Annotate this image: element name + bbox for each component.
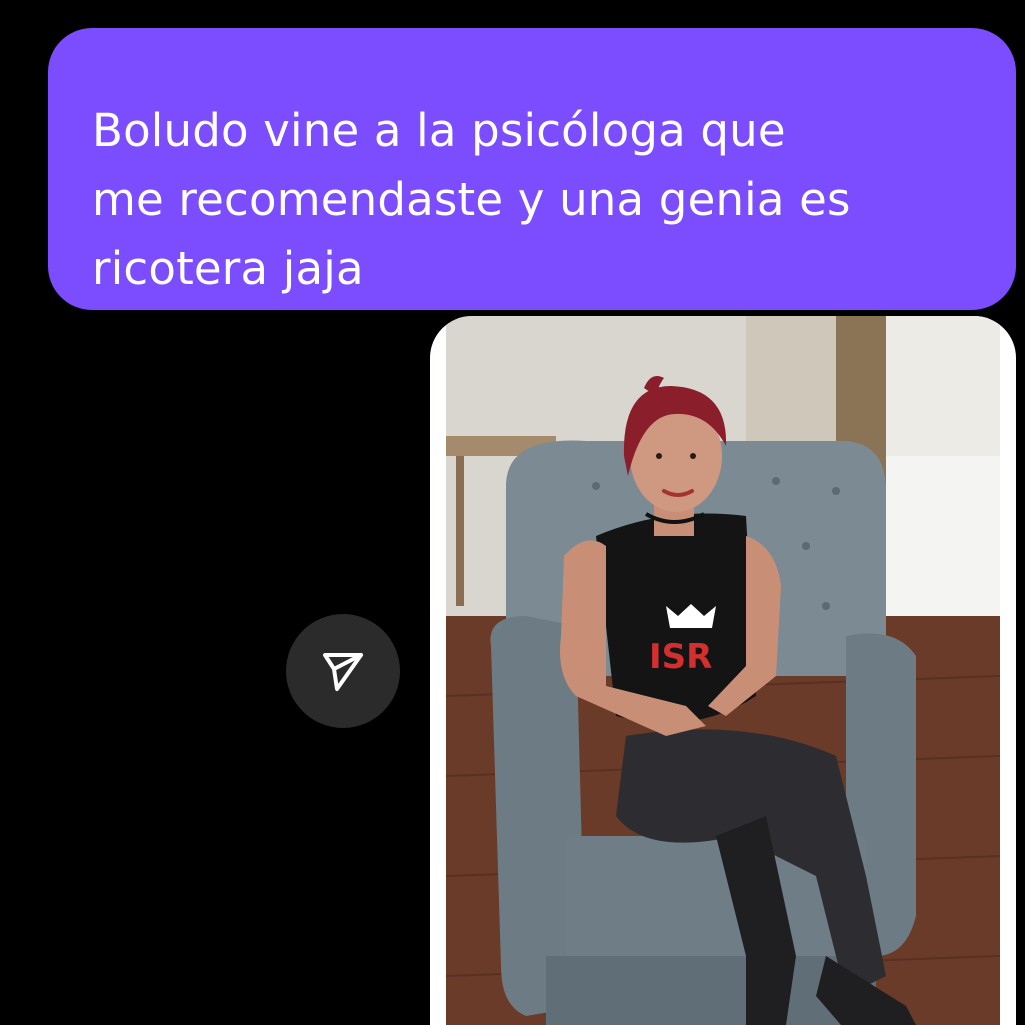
message-line-2: me recomendaste y una genia es [92, 173, 851, 226]
photo-illustration: ISR [446, 316, 1000, 1025]
share-button[interactable] [286, 614, 400, 728]
send-icon [323, 653, 363, 691]
shirt-logo-text: ISR [649, 637, 712, 677]
photo-image[interactable]: ISR [446, 316, 1000, 1025]
message-line-1: Boludo vine a la psicóloga que [92, 104, 786, 157]
message-bubble[interactable]: Boludo vine a la psicóloga que me recome… [48, 28, 1016, 310]
message-line-3: ricotera jaja [92, 242, 364, 295]
photo-message[interactable]: ISR [430, 316, 1016, 1025]
message-text: Boludo vine a la psicóloga que me recome… [92, 96, 976, 303]
